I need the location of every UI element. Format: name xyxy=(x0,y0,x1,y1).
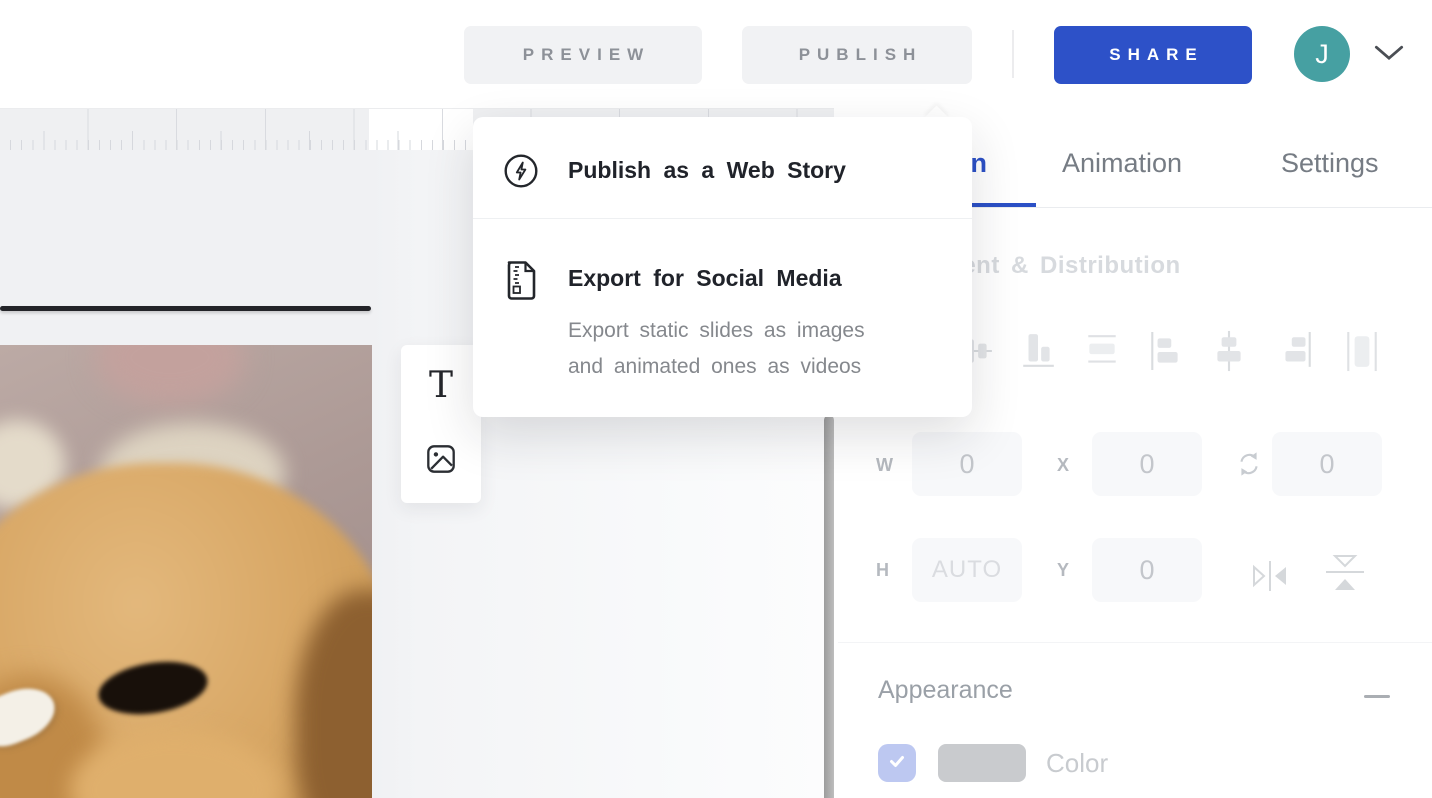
insert-toolbar: T xyxy=(401,345,481,503)
menu-item-export-social[interactable]: Export for Social Media Export static sl… xyxy=(473,219,972,417)
menu-item-title: Export for Social Media xyxy=(568,265,842,292)
panel-scrollbar[interactable] xyxy=(824,415,834,798)
rotate-icon[interactable] xyxy=(1236,450,1262,480)
align-horizontal-center-icon[interactable] xyxy=(1210,328,1248,374)
width-input[interactable] xyxy=(912,432,1022,496)
menu-item-title: Publish as a Web Story xyxy=(568,157,846,184)
divider-line-element[interactable] xyxy=(0,306,371,311)
menu-item-description-line1: Export static slides as images xyxy=(568,319,865,343)
menu-item-description-line2: and animated ones as videos xyxy=(568,355,861,379)
align-left-icon[interactable] xyxy=(1147,328,1185,374)
section-divider xyxy=(838,642,1432,643)
width-label: W xyxy=(876,455,893,476)
publish-button[interactable]: PUBLISH xyxy=(742,26,972,84)
align-bottom-icon[interactable] xyxy=(1019,328,1057,374)
collapse-minus-icon[interactable] xyxy=(1364,686,1396,700)
y-label: Y xyxy=(1057,560,1069,581)
flip-horizontal-icon[interactable] xyxy=(1247,554,1293,600)
rotation-input[interactable] xyxy=(1272,432,1382,496)
app-root: T PREVIEW PUBLISH SHARE J De xyxy=(0,0,1432,798)
flip-vertical-icon[interactable] xyxy=(1318,550,1372,598)
image-tool-icon xyxy=(426,444,456,477)
add-text-button[interactable]: T xyxy=(401,351,481,421)
check-icon xyxy=(887,751,907,776)
dog-photo-element[interactable] xyxy=(0,345,372,798)
avatar[interactable]: J xyxy=(1294,26,1350,82)
height-input[interactable] xyxy=(912,538,1022,602)
add-image-button[interactable] xyxy=(401,425,481,495)
x-input[interactable] xyxy=(1092,432,1202,496)
publish-menu: Publish as a Web Story Export for Social… xyxy=(473,117,972,417)
color-swatch[interactable] xyxy=(938,744,1026,782)
text-tool-icon: T xyxy=(429,368,453,404)
top-bar: PREVIEW PUBLISH SHARE J xyxy=(0,0,1432,108)
distribute-vertical-icon[interactable] xyxy=(1083,328,1121,374)
align-right-icon[interactable] xyxy=(1277,328,1315,374)
x-label: X xyxy=(1057,455,1069,476)
topbar-divider xyxy=(1012,30,1014,78)
tab-settings[interactable]: Settings xyxy=(1281,148,1379,179)
distribute-horizontal-icon[interactable] xyxy=(1343,328,1381,374)
share-button[interactable]: SHARE xyxy=(1054,26,1252,84)
color-label: Color xyxy=(1046,748,1108,779)
avatar-initial: J xyxy=(1315,39,1329,70)
chevron-down-icon[interactable] xyxy=(1374,44,1404,62)
preview-button[interactable]: PREVIEW xyxy=(464,26,702,84)
y-input[interactable] xyxy=(1092,538,1202,602)
tab-animation[interactable]: Animation xyxy=(1062,148,1182,179)
appearance-heading: Appearance xyxy=(878,676,1013,705)
height-label: H xyxy=(876,560,889,581)
menu-item-publish-web-story[interactable]: Publish as a Web Story xyxy=(473,117,972,218)
lightning-circle-icon xyxy=(503,153,539,189)
color-checkbox[interactable] xyxy=(878,744,916,782)
zip-file-icon xyxy=(504,260,540,302)
